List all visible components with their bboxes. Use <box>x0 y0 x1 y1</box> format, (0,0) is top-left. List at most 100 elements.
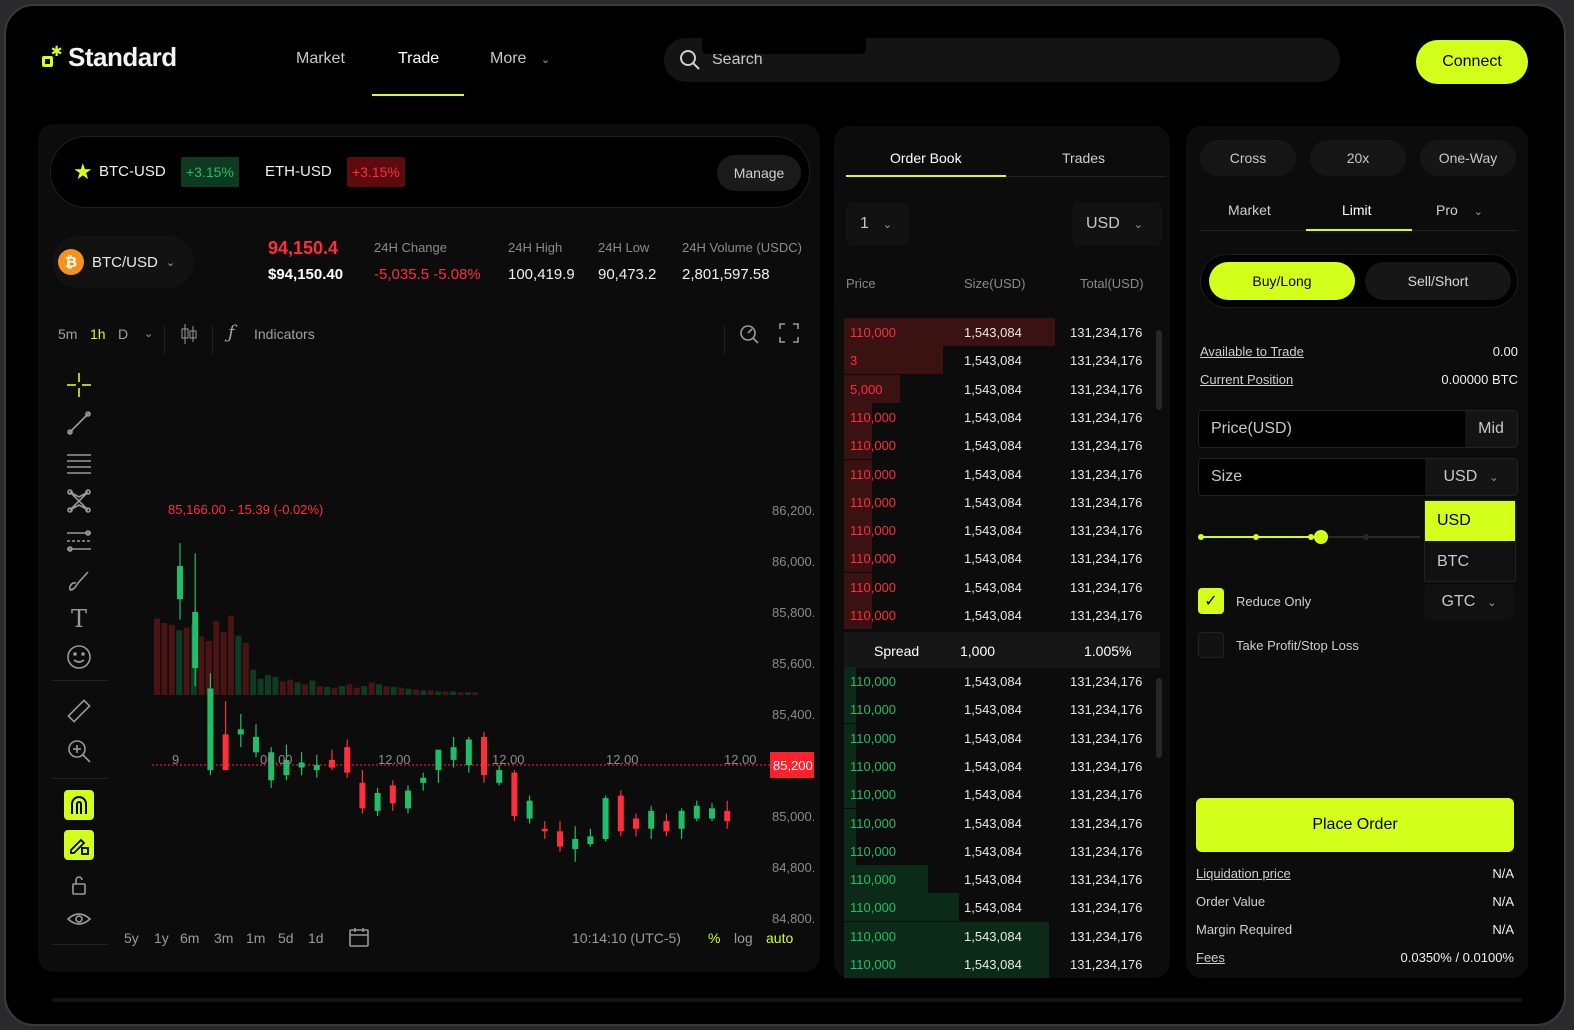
pattern-icon[interactable] <box>64 486 94 516</box>
currency-select[interactable]: USD ⌄ <box>1072 202 1162 246</box>
tab-order-book[interactable]: Order Book <box>890 150 962 166</box>
order-tab-pro[interactable]: Pro ⌄ <box>1436 202 1483 218</box>
scrollbar[interactable] <box>1156 678 1162 758</box>
range-1m[interactable]: 1m <box>246 930 265 946</box>
size-field[interactable]: USD ⌄ <box>1198 458 1518 496</box>
bid-row[interactable]: 110,000 1,543,084 131,234,176 <box>844 921 1154 950</box>
summary-label[interactable]: Fees <box>1196 950 1225 965</box>
fullscreen-icon[interactable] <box>778 322 800 347</box>
logo[interactable]: ✱ Standard <box>40 42 177 73</box>
chevron-down-icon[interactable]: ⌄ <box>144 327 153 340</box>
unit-option-btc[interactable]: BTC <box>1425 542 1515 582</box>
position-label[interactable]: Current Position <box>1200 372 1293 387</box>
horizontal-lines-icon[interactable] <box>64 448 94 478</box>
size-unit-select[interactable]: USD ⌄ <box>1425 459 1517 495</box>
tpsl-checkbox[interactable] <box>1198 632 1224 658</box>
available-label[interactable]: Available to Trade <box>1200 344 1304 359</box>
price-input[interactable] <box>1211 420 1431 438</box>
bid-row[interactable]: 110,000 1,543,084 131,234,176 <box>844 836 1154 865</box>
ask-row[interactable]: 3 1,543,084 131,234,176 <box>844 346 1154 375</box>
percent-toggle[interactable]: % <box>708 930 720 946</box>
tab-trades[interactable]: Trades <box>1062 150 1105 166</box>
ask-row[interactable]: 110,000 1,543,084 131,234,176 <box>844 516 1154 545</box>
trend-line-icon[interactable] <box>64 408 94 438</box>
connect-button[interactable]: Connect <box>1416 40 1528 84</box>
fib-retracement-icon[interactable] <box>64 526 94 556</box>
magnet-icon[interactable] <box>64 790 94 820</box>
range-1d[interactable]: 1d <box>308 930 324 946</box>
size-slider[interactable] <box>1198 530 1420 544</box>
manage-button[interactable]: Manage <box>717 155 801 191</box>
bid-row[interactable]: 110,000 1,543,084 131,234,176 <box>844 751 1154 780</box>
candlestick-chart[interactable]: 86,200.00 86,000.00 85,800.00 85,600.00 85,4… <box>114 364 836 926</box>
place-order-button[interactable]: Place Order <box>1196 798 1514 852</box>
zoom-in-icon[interactable] <box>64 736 94 766</box>
crosshair-icon[interactable] <box>64 370 94 400</box>
auto-toggle[interactable]: auto <box>766 930 793 946</box>
ask-row[interactable]: 110,000 1,543,084 131,234,176 <box>844 402 1154 431</box>
eye-icon[interactable] <box>64 906 94 936</box>
candle-type-icon[interactable] <box>180 323 198 348</box>
ask-row[interactable]: 110,000 1,543,084 131,234,176 <box>844 431 1154 460</box>
range-3m[interactable]: 3m <box>214 930 233 946</box>
pair-selector[interactable]: ₿ BTC/USD ⌄ <box>52 236 194 288</box>
ask-row[interactable]: 110,000 1,543,084 131,234,176 <box>844 572 1154 601</box>
size-input[interactable] <box>1211 468 1431 486</box>
range-1y[interactable]: 1y <box>154 930 169 946</box>
grouping-select[interactable]: 1 ⌄ <box>846 202 910 246</box>
time-in-force-select[interactable]: GTC ⌄ <box>1424 584 1514 620</box>
position-mode-button[interactable]: One-Way <box>1420 140 1516 176</box>
lock-drawing-icon[interactable] <box>64 830 94 860</box>
interval-1h[interactable]: 1h <box>90 326 106 342</box>
scrollbar[interactable] <box>1156 330 1162 410</box>
interval-d[interactable]: D <box>118 326 128 342</box>
ask-row[interactable]: 110,000 1,543,084 131,234,176 <box>844 487 1154 516</box>
range-5d[interactable]: 5d <box>278 930 294 946</box>
leverage-button[interactable]: 20x <box>1310 140 1406 176</box>
text-tool-icon[interactable]: T <box>64 604 94 634</box>
bid-row[interactable]: 110,000 1,543,084 131,234,176 <box>844 808 1154 837</box>
bid-row[interactable]: 110,000 1,543,084 131,234,176 <box>844 667 1154 695</box>
ask-row[interactable]: 110,000 1,543,084 131,234,176 <box>844 459 1154 488</box>
bid-row[interactable]: 110,000 1,543,084 131,234,176 <box>844 723 1154 752</box>
ruler-icon[interactable] <box>64 696 94 726</box>
nav-market[interactable]: Market <box>296 50 345 68</box>
bid-row[interactable]: 110,000 1,543,084 131,234,176 <box>844 780 1154 809</box>
order-tab-market[interactable]: Market <box>1228 202 1271 218</box>
bid-row[interactable]: 110,000 1,543,084 131,234,176 <box>844 893 1154 922</box>
interval-5m[interactable]: 5m <box>58 326 77 342</box>
ticker-symbol[interactable]: BTC-USD <box>99 163 166 180</box>
mid-button[interactable]: Mid <box>1465 411 1517 447</box>
slider-handle[interactable] <box>1314 530 1328 544</box>
emoji-icon[interactable] <box>64 642 94 672</box>
nav-trade[interactable]: Trade <box>398 50 439 68</box>
log-toggle[interactable]: log <box>734 930 753 946</box>
sell-short-button[interactable]: Sell/Short <box>1365 262 1511 300</box>
range-5y[interactable]: 5y <box>124 930 139 946</box>
screenshot-icon[interactable] <box>738 322 760 347</box>
unit-option-usd[interactable]: USD <box>1425 501 1515 541</box>
bid-row[interactable]: 110,000 1,543,084 131,234,176 <box>844 950 1154 978</box>
margin-mode-button[interactable]: Cross <box>1200 140 1296 176</box>
ask-row[interactable]: 5,000 1,543,084 131,234,176 <box>844 374 1154 403</box>
nav-more[interactable]: More ⌄ <box>490 50 550 68</box>
bid-row[interactable]: 110,000 1,543,084 131,234,176 <box>844 695 1154 724</box>
ask-row[interactable]: 110,000 1,543,084 131,234,176 <box>844 544 1154 573</box>
summary-label[interactable]: Liquidation price <box>1196 866 1291 881</box>
ticker-symbol[interactable]: ETH-USD <box>265 163 332 180</box>
range-6m[interactable]: 6m <box>180 930 199 946</box>
reduce-only-checkbox[interactable]: ✓ <box>1198 588 1224 614</box>
unlock-icon[interactable] <box>64 870 94 900</box>
favorite-star-icon[interactable]: ★ <box>73 159 93 185</box>
bid-row[interactable]: 110,000 1,543,084 131,234,176 <box>844 865 1154 894</box>
date-range-icon[interactable] <box>348 926 370 951</box>
indicators-button[interactable]: Indicators <box>254 326 315 342</box>
order-tab-limit[interactable]: Limit <box>1342 202 1372 218</box>
ask-row[interactable]: 110,000 1,543,084 131,234,176 <box>844 601 1154 629</box>
buy-long-button[interactable]: Buy/Long <box>1209 262 1355 300</box>
ticker-bar: ★ BTC-USD +3.15% ETH-USD +3.15% Manage <box>50 136 810 208</box>
price-chart[interactable]: 86,200.00 86,000.00 85,800.00 85,600.00 85,4… <box>114 364 836 926</box>
ask-row[interactable]: 110,000 1,543,084 131,234,176 <box>844 318 1154 346</box>
price-field[interactable]: Mid <box>1198 410 1518 448</box>
brush-icon[interactable] <box>64 566 94 596</box>
